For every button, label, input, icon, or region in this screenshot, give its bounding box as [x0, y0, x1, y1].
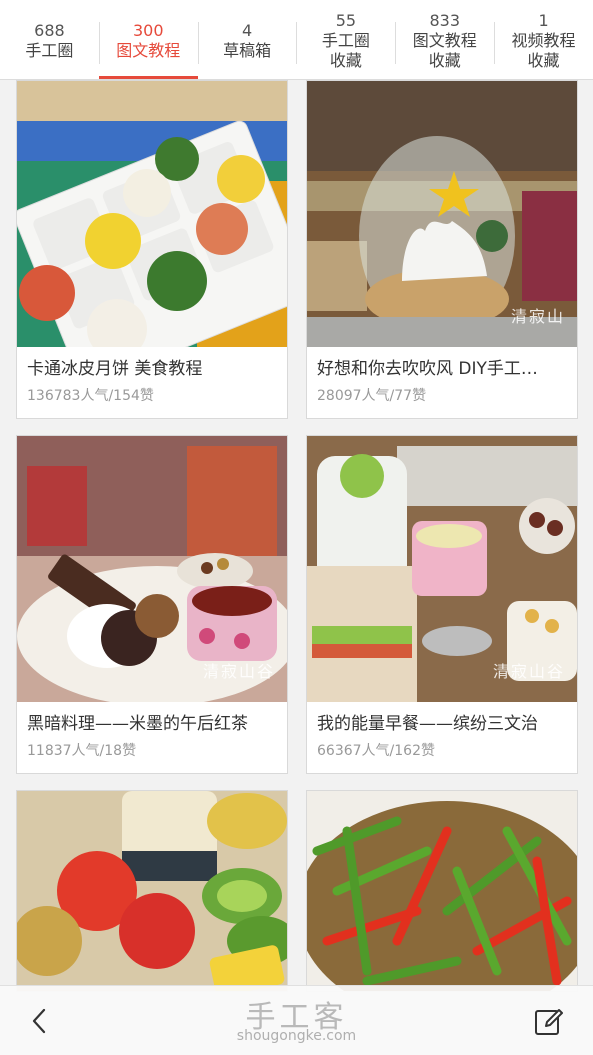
tab-count: 55 — [335, 10, 357, 30]
card-stats: 11837人气/18赞 — [27, 743, 137, 759]
card-photo — [17, 791, 287, 991]
photo-watermark: 清寂山谷 — [492, 662, 565, 681]
tab-handcraft-circle[interactable]: 688 手工圈 — [0, 0, 99, 79]
tab-label: 图文教程 — [116, 40, 181, 60]
tutorial-card[interactable] — [16, 790, 288, 992]
tab-tutorial-favorites[interactable]: 833 图文教程 收藏 — [395, 0, 494, 79]
tab-circle-favorites[interactable]: 55 手工圈 收藏 — [296, 0, 395, 79]
tab-count: 4 — [241, 20, 253, 40]
card-photo: 清寂山谷 — [17, 436, 287, 702]
card-stats: 136783人气/154赞 — [27, 388, 154, 404]
card-photo: 清寂山 — [307, 81, 577, 347]
tutorial-card[interactable]: 清寂山谷 黑暗料理——米墨的午后红茶 11837人气/18赞 — [16, 435, 288, 774]
tab-count: 1 — [538, 10, 549, 30]
card-title: 黑暗料理——米墨的午后红茶 — [27, 714, 248, 734]
bottom-bar: 手工客 shougongke.com — [0, 985, 593, 1055]
edit-icon — [535, 1009, 563, 1035]
tab-label: 草稿箱 — [223, 40, 272, 60]
card-photo — [17, 81, 287, 347]
tab-label: 视频教程 收藏 — [511, 30, 576, 70]
tab-tutorials[interactable]: 300 图文教程 — [98, 0, 198, 79]
back-button[interactable] — [26, 1006, 56, 1036]
tutorial-card[interactable]: 卡通冰皮月饼 美食教程 136783人气/154赞 — [16, 80, 288, 419]
tab-count: 300 — [132, 20, 164, 40]
tab-count: 833 — [429, 10, 460, 30]
photo-watermark: 清寂山 — [510, 307, 565, 326]
tutorial-card[interactable]: 清寂山 好想和你去吹吹风 DIY手工… 28097人气/77赞 — [306, 80, 578, 419]
tutorial-card[interactable]: 清寂山谷 我的能量早餐——缤纷三文治 66367人气/162赞 — [306, 435, 578, 774]
tab-video-favorites[interactable]: 1 视频教程 收藏 — [494, 0, 593, 79]
card-stats: 66367人气/162赞 — [317, 743, 435, 759]
tab-bar: 688 手工圈 300 图文教程 4 草稿箱 55 手工圈 收藏 833 图文教… — [0, 0, 593, 80]
card-photo — [307, 791, 577, 991]
tab-count: 688 — [34, 20, 65, 40]
tutorial-grid: 卡通冰皮月饼 美食教程 136783人气/154赞 清寂山 好想和你去吹吹风 D… — [16, 80, 578, 992]
tab-label: 手工圈 — [25, 40, 74, 60]
card-title: 卡通冰皮月饼 美食教程 — [27, 359, 203, 379]
edit-button[interactable] — [533, 1006, 565, 1038]
tab-drafts[interactable]: 4 草稿箱 — [197, 0, 297, 79]
card-title: 好想和你去吹吹风 DIY手工… — [317, 359, 538, 379]
card-stats: 28097人气/77赞 — [317, 388, 427, 404]
card-title: 我的能量早餐——缤纷三文治 — [317, 714, 538, 734]
card-photo: 清寂山谷 — [307, 436, 577, 702]
chevron-left-icon — [32, 1008, 46, 1034]
tab-label: 图文教程 收藏 — [412, 30, 477, 70]
tutorial-card[interactable] — [306, 790, 578, 992]
tab-label: 手工圈 收藏 — [321, 30, 370, 70]
photo-watermark: 清寂山谷 — [202, 662, 275, 681]
site-watermark-url: shougongke.com — [236, 1028, 357, 1044]
